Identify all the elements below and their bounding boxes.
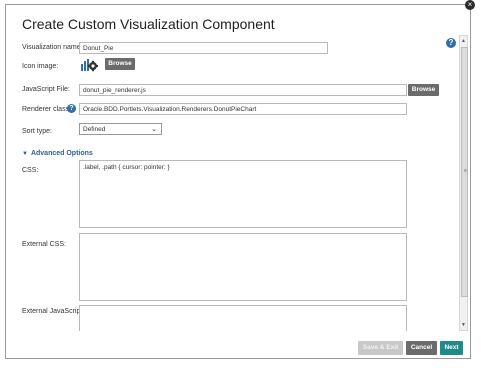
save-exit-button[interactable]: Save & Exit bbox=[358, 341, 403, 355]
external-css-label: External CSS: bbox=[22, 241, 66, 248]
visualization-name-input[interactable]: Donut_Pie bbox=[79, 42, 328, 54]
scroll-thumb[interactable]: ≡ bbox=[461, 47, 468, 297]
next-button[interactable]: Next bbox=[440, 341, 463, 355]
icon-image-label: Icon image: bbox=[22, 63, 59, 70]
grip-icon: ≡ bbox=[464, 168, 467, 174]
sort-type-label: Sort type: bbox=[22, 128, 52, 135]
icon-browse-button[interactable]: Browse bbox=[105, 58, 135, 70]
external-javascript-label: External JavaScript: bbox=[22, 308, 85, 315]
css-label: CSS: bbox=[22, 167, 39, 174]
javascript-file-input[interactable]: donut_pie_renderer.js bbox=[79, 84, 407, 96]
triangle-down-icon: ▼ bbox=[22, 151, 28, 157]
advanced-options-label: Advanced Options bbox=[30, 150, 93, 157]
cancel-button[interactable]: Cancel bbox=[406, 341, 437, 355]
advanced-options-toggle[interactable]: ▼ Advanced Options bbox=[22, 150, 93, 157]
chevron-down-icon: ⌄ bbox=[151, 126, 157, 133]
sort-type-value: Defined bbox=[83, 126, 106, 133]
scroll-up-icon[interactable]: ▲ bbox=[461, 37, 466, 45]
help-icon[interactable]: ? bbox=[446, 38, 456, 48]
css-textarea[interactable]: .label, .path { cursor: pointer; } bbox=[79, 160, 407, 228]
renderer-class-help-icon[interactable]: ? bbox=[67, 104, 76, 113]
renderer-class-label: Renderer class: bbox=[22, 106, 72, 113]
visualization-name-label: Visualization name: bbox=[22, 44, 83, 51]
chart-gear-icon bbox=[80, 57, 98, 72]
dialog-title: Create Custom Visualization Component bbox=[22, 16, 275, 32]
javascript-file-label: JavaScript File: bbox=[22, 86, 70, 93]
external-javascript-textarea[interactable] bbox=[79, 305, 407, 331]
renderer-class-input[interactable]: Oracle.BDD.Portlets.Visualization.Render… bbox=[79, 103, 407, 115]
custom-visualization-dialog: Create Custom Visualization Component ? … bbox=[5, 4, 471, 359]
close-icon[interactable]: × bbox=[465, 0, 475, 10]
sort-type-select[interactable]: Defined ⌄ bbox=[79, 123, 162, 135]
external-css-textarea[interactable] bbox=[79, 233, 407, 301]
form-scrollbar[interactable]: ▲ ≡ ▼ bbox=[459, 35, 468, 331]
javascript-browse-button[interactable]: Browse bbox=[408, 84, 439, 96]
scroll-down-icon[interactable]: ▼ bbox=[461, 321, 466, 329]
